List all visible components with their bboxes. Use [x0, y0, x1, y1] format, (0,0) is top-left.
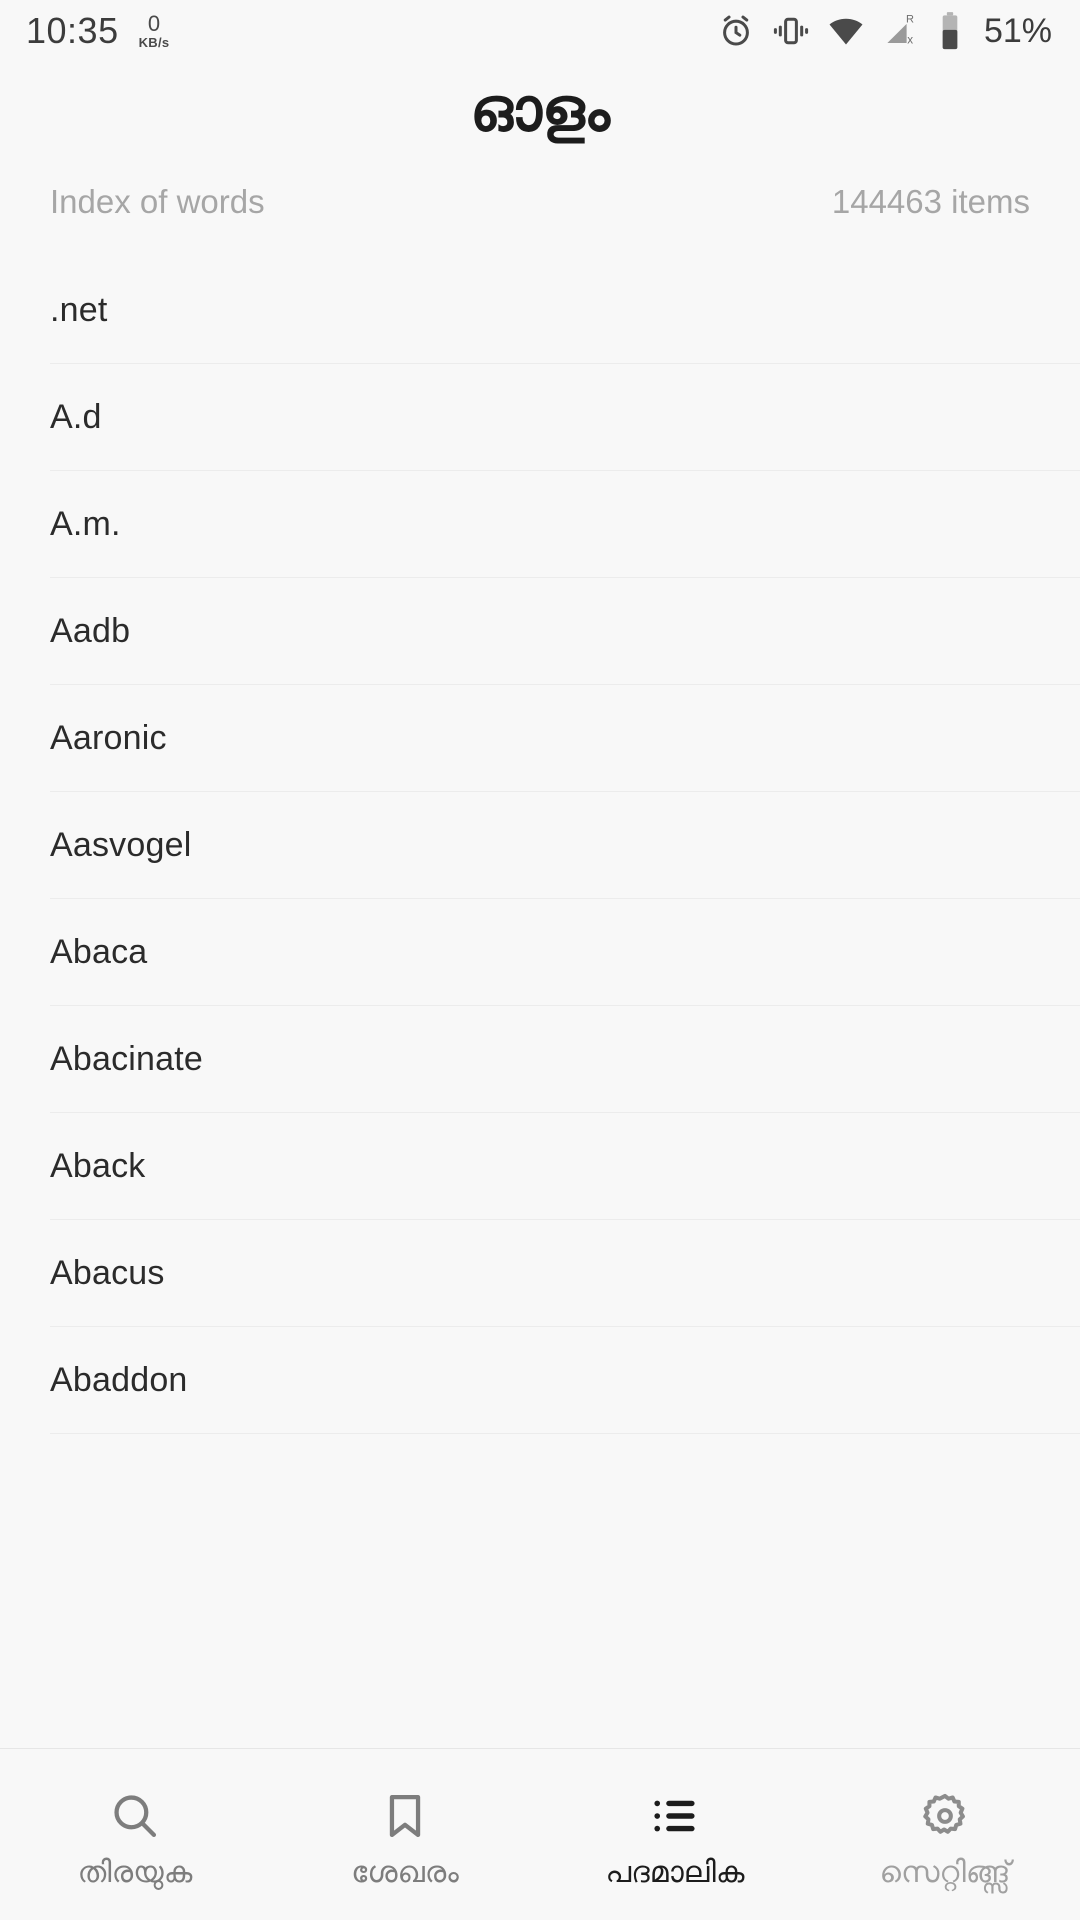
- list-item-label: Aasvogel: [50, 826, 192, 864]
- battery-percentage: 51%: [983, 11, 1052, 50]
- nav-tab-collection[interactable]: ശേഖരം: [270, 1749, 540, 1920]
- wifi-icon: [827, 12, 865, 50]
- list-item[interactable]: Aback: [0, 1113, 1080, 1220]
- list-item-label: Abaddon: [50, 1361, 188, 1399]
- status-bar-icons: R x 51%: [717, 11, 1052, 51]
- nav-tab-collection-label: ശേഖരം: [351, 1855, 459, 1889]
- search-icon: [108, 1788, 162, 1844]
- nav-tab-wordlist[interactable]: പദമാലിക: [540, 1749, 810, 1920]
- network-speed-indicator: 0 KB/s: [138, 11, 170, 50]
- network-speed-unit: KB/s: [138, 35, 170, 50]
- page-title: ഓളം: [470, 76, 610, 143]
- bottom-navigation-bar: തിരയുക ശേഖരം പദമാലിക സെറ്റിങ്ങ്സ്: [0, 1748, 1080, 1920]
- svg-text:x: x: [907, 34, 913, 47]
- list-item[interactable]: Abaca: [0, 899, 1080, 1006]
- vibrate-icon: [772, 12, 810, 50]
- alarm-icon: [717, 12, 755, 50]
- list-item[interactable]: Aasvogel: [0, 792, 1080, 899]
- nav-tab-wordlist-label: പദമാലിക: [605, 1855, 745, 1889]
- list-item[interactable]: Abacus: [0, 1220, 1080, 1327]
- list-item[interactable]: Abacinate: [0, 1006, 1080, 1113]
- gear-icon: [918, 1788, 972, 1844]
- list-item-label: Abacus: [50, 1254, 165, 1292]
- list-item-label: .net: [50, 291, 108, 329]
- nav-tab-settings-label: സെറ്റിങ്ങ്സ്: [879, 1855, 1011, 1889]
- list-icon: [648, 1788, 702, 1844]
- list-item-label: A.m.: [50, 505, 121, 543]
- list-item-label: Aadb: [50, 612, 131, 650]
- list-header-label: Index of words: [50, 183, 265, 220]
- list-item[interactable]: Aaronic: [0, 685, 1080, 792]
- list-header: Index of words 144463 items: [0, 141, 1080, 221]
- nav-tab-search[interactable]: തിരയുക: [0, 1749, 270, 1920]
- list-item-label: Aaronic: [50, 719, 167, 757]
- nav-tab-search-label: തിരയുക: [77, 1855, 193, 1889]
- list-item[interactable]: A.d: [0, 364, 1080, 471]
- word-index-list[interactable]: .net A.d A.m. Aadb Aaronic Aasvogel Abac…: [0, 257, 1080, 1748]
- network-speed-value: 0: [147, 11, 161, 36]
- svg-text:R: R: [906, 13, 914, 25]
- list-item-count: 144463 items: [831, 183, 1030, 220]
- list-item[interactable]: Abaddon: [0, 1327, 1080, 1434]
- list-item[interactable]: A.m.: [0, 471, 1080, 578]
- list-item-label: Abacinate: [50, 1040, 204, 1078]
- status-bar-clock: 10:35: [26, 10, 119, 51]
- bookmark-icon: [378, 1788, 432, 1844]
- list-item-label: Abaca: [50, 933, 148, 971]
- nav-tab-settings[interactable]: സെറ്റിങ്ങ്സ്: [810, 1749, 1080, 1920]
- list-item-label: Aback: [50, 1147, 146, 1185]
- status-bar: 10:35 0 KB/s R x 51%: [0, 0, 1080, 62]
- battery-icon: [939, 11, 961, 51]
- list-item[interactable]: .net: [0, 257, 1080, 364]
- signal-roaming-off-icon: R x: [882, 12, 922, 50]
- list-item-label: A.d: [50, 398, 102, 436]
- app-root: 10:35 0 KB/s R x 51% ഓളം Index of words …: [0, 0, 1080, 1920]
- list-item[interactable]: Aadb: [0, 578, 1080, 685]
